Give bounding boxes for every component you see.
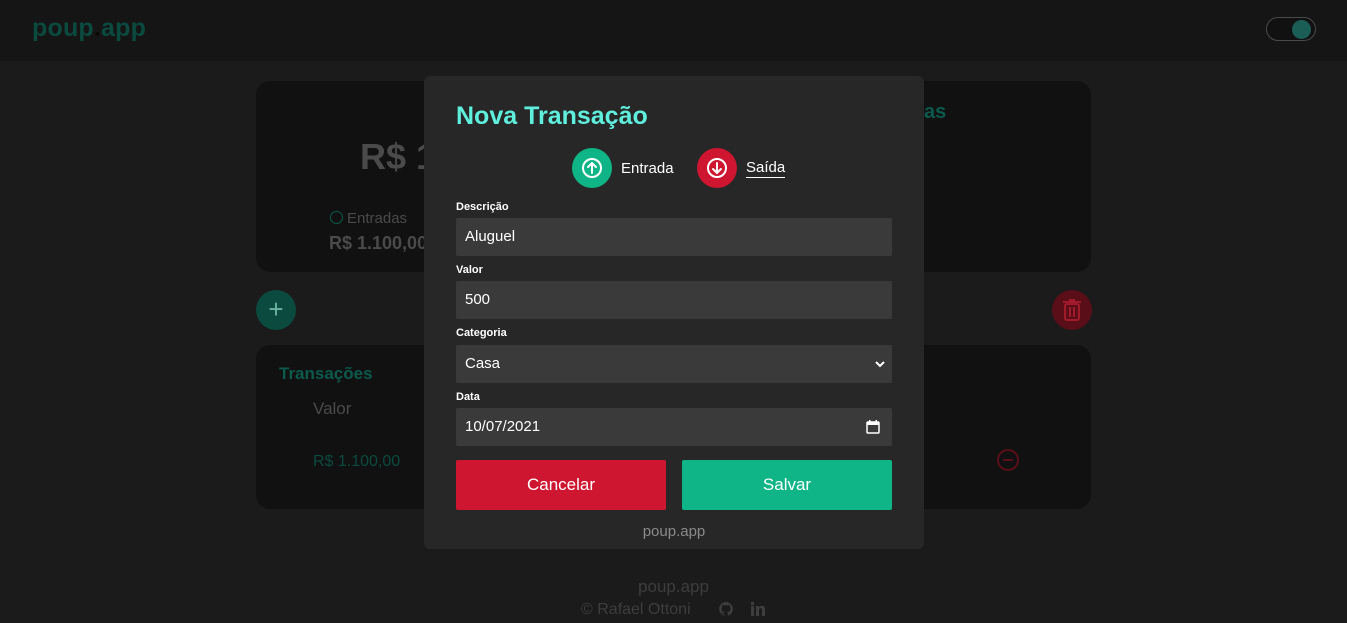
data-label: Data [456, 391, 480, 403]
type-entrada-option[interactable]: Entrada [572, 148, 674, 188]
modal-footer: poup.app [642, 523, 706, 540]
calendar-icon[interactable] [866, 420, 880, 434]
delete-all-button[interactable] [1052, 290, 1092, 330]
new-transaction-modal: Nova Transação Entrada Saída Descrição A… [424, 76, 924, 549]
footer-brand: poup.app [638, 577, 709, 596]
summary-right-heading: as [924, 101, 947, 123]
descricao-label: Descrição [456, 201, 509, 213]
entradas-label: Entradas [330, 210, 407, 227]
theme-toggle[interactable] [1266, 17, 1316, 41]
saida-label: Saída [746, 158, 786, 178]
entrada-circle [572, 148, 612, 188]
github-icon[interactable] [718, 601, 734, 617]
date-value: 10/07/2021 [465, 418, 541, 435]
toggle-knob [1292, 20, 1311, 39]
valor-label: Valor [456, 264, 483, 276]
add-transaction-button[interactable]: + [256, 290, 296, 330]
type-saida-option[interactable]: Saída [697, 148, 786, 188]
modal-title: Nova Transação [456, 102, 648, 130]
entrada-label: Entrada [621, 159, 674, 177]
remove-transaction-icon[interactable] [997, 449, 1019, 471]
column-header-valor: Valor [313, 399, 352, 418]
categoria-label: Categoria [456, 327, 507, 339]
logo: poup.app [32, 14, 147, 42]
categoria-select[interactable]: Casa [456, 345, 892, 383]
table-row-valor: R$ 1.100,00 [313, 453, 401, 470]
entradas-value: R$ 1.100,00 [329, 233, 428, 253]
arrow-up-icon [587, 161, 597, 174]
saida-circle [697, 148, 737, 188]
arrow-down-icon [712, 162, 722, 175]
transactions-title: Transações [279, 364, 373, 383]
plus-icon: + [268, 294, 284, 324]
chevron-down-icon [875, 361, 885, 368]
valor-input[interactable]: 500 [456, 281, 892, 319]
linkedin-icon[interactable] [750, 601, 766, 617]
trash-icon [1063, 299, 1081, 321]
descricao-input[interactable]: Aluguel [456, 218, 892, 256]
save-button[interactable]: Salvar [682, 460, 892, 510]
income-icon [330, 211, 343, 224]
categoria-value: Casa [465, 355, 501, 372]
footer-author: © Rafael Ottoni [581, 601, 691, 618]
cancel-button[interactable]: Cancelar [456, 460, 666, 510]
date-input[interactable]: 10/07/2021 [456, 408, 892, 446]
app-header: poup.app [0, 0, 1347, 61]
